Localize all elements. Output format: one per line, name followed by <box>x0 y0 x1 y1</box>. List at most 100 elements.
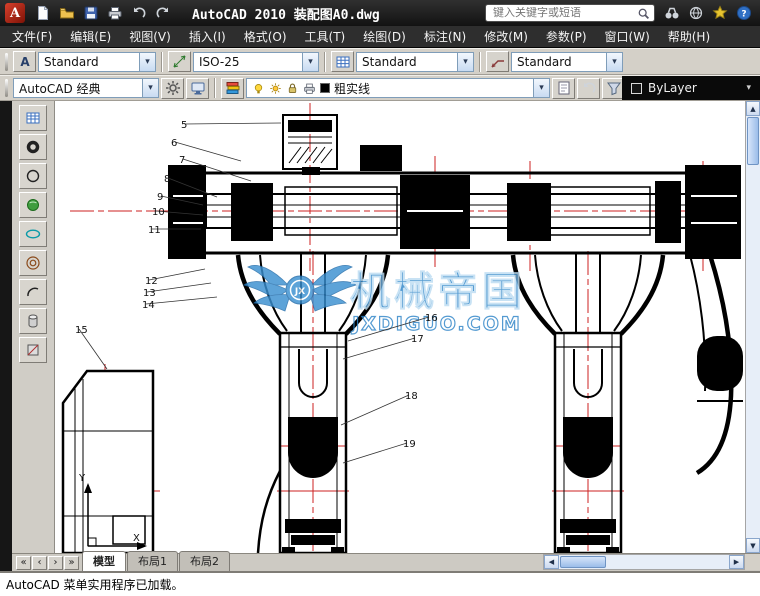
dim-style-button[interactable] <box>168 51 191 72</box>
callout-leader-19 <box>343 443 407 463</box>
part-callout-13: 13 <box>143 288 156 299</box>
globe-button[interactable] <box>685 3 707 23</box>
tab-布局1[interactable]: 布局1 <box>127 551 178 571</box>
menu-帮助[interactable]: 帮助(H) <box>659 26 719 47</box>
layer-freeze-thaw-icon[interactable] <box>269 82 282 95</box>
command-line[interactable]: AutoCAD 菜单实用程序已加载。 <box>0 571 760 596</box>
open-button[interactable] <box>56 3 78 23</box>
search-input[interactable] <box>493 7 634 19</box>
donut-tool-button[interactable] <box>19 134 47 160</box>
chevron-down-icon[interactable]: ▾ <box>139 53 155 71</box>
part-callout-6: 6 <box>171 138 177 149</box>
save-workspace-button[interactable] <box>186 78 209 99</box>
layer-control-combo[interactable]: 粗实线 ▾ <box>246 78 550 98</box>
menu-标注[interactable]: 标注(N) <box>415 26 475 47</box>
left-plate-part <box>63 371 153 553</box>
table-icon <box>25 110 41 126</box>
search-icon[interactable] <box>634 3 652 23</box>
table-tool-button[interactable] <box>19 105 47 131</box>
table-style-value: Standard <box>362 55 417 69</box>
mleader-style-button[interactable] <box>486 51 509 72</box>
chevron-down-icon[interactable]: ▾ <box>606 53 622 71</box>
workspace-combo[interactable]: AutoCAD 经典 ▾ <box>13 78 159 98</box>
chevron-down-icon[interactable]: ▾ <box>142 79 158 97</box>
chevron-down-icon[interactable]: ▾ <box>302 53 318 71</box>
drawing-canvas[interactable]: Y X JX 机械帝国 JXDIGUO.COM 56789101112 <box>55 101 745 553</box>
toolbar-grip[interactable] <box>5 79 8 97</box>
callout-leader-18 <box>341 395 409 425</box>
table-style-combo[interactable]: Standard ▾ <box>356 52 474 72</box>
help-button[interactable] <box>733 3 755 23</box>
toolbar-grip[interactable] <box>5 53 8 71</box>
vertical-scroll-thumb[interactable] <box>747 117 759 165</box>
layer-properties-button[interactable] <box>221 78 244 99</box>
drawing-area[interactable]: Y X JX 机械帝国 JXDIGUO.COM 56789101112 <box>55 101 745 553</box>
vertical-scrollbar[interactable]: ▲ ▼ <box>745 101 760 553</box>
binoculars-button[interactable] <box>661 3 683 23</box>
save-button[interactable] <box>80 3 102 23</box>
chevron-down-icon[interactable]: ▾ <box>746 83 751 93</box>
layer-on-off-icon[interactable] <box>252 82 265 95</box>
prev-tab-button[interactable]: ‹ <box>32 556 47 570</box>
star-button[interactable] <box>709 3 731 23</box>
scroll-right-icon[interactable]: ▶ <box>729 555 744 569</box>
menu-窗口[interactable]: 窗口(W) <box>596 26 659 47</box>
plot-button[interactable] <box>104 3 126 23</box>
docked-panel-strip[interactable] <box>0 101 12 571</box>
arc-tool-button[interactable] <box>19 279 47 305</box>
workspace-value: AutoCAD 经典 <box>19 80 101 97</box>
circle-tool-button[interactable] <box>19 163 47 189</box>
ellipse-tool-button[interactable] <box>19 221 47 247</box>
cylinder-tool-button[interactable] <box>19 308 47 334</box>
concentric-tool-button[interactable] <box>19 250 47 276</box>
toolbar-separator <box>214 78 216 98</box>
chevron-down-icon[interactable]: ▾ <box>533 79 549 97</box>
color-control-combo[interactable]: ByLayer ▾ <box>622 76 760 100</box>
menu-视图[interactable]: 视图(V) <box>120 26 180 47</box>
tab-布局2[interactable]: 布局2 <box>179 551 230 571</box>
title-right-icons <box>661 3 755 23</box>
table-style-button[interactable] <box>331 51 354 72</box>
chevron-down-icon[interactable]: ▾ <box>457 53 473 71</box>
menu-文件[interactable]: 文件(F) <box>3 26 61 47</box>
circle-icon <box>25 168 41 184</box>
horizontal-scroll-track[interactable] <box>607 555 729 569</box>
menu-格式[interactable]: 格式(O) <box>235 26 296 47</box>
new-button[interactable] <box>32 3 54 23</box>
redo-button[interactable] <box>152 3 174 23</box>
part-callout-8: 8 <box>164 174 170 185</box>
menu-绘图[interactable]: 绘图(D) <box>354 26 415 47</box>
region-tool-button[interactable] <box>19 337 47 363</box>
mleader-style-combo[interactable]: Standard ▾ <box>511 52 623 72</box>
sphere-tool-button[interactable] <box>19 192 47 218</box>
new-icon <box>35 5 51 21</box>
binoculars-icon <box>664 5 680 21</box>
menu-参数[interactable]: 参数(P) <box>537 26 596 47</box>
scroll-down-icon[interactable]: ▼ <box>746 538 760 553</box>
layer-states-button[interactable] <box>552 78 575 99</box>
next-tab-button[interactable]: › <box>48 556 63 570</box>
menu-编辑[interactable]: 编辑(E) <box>61 26 120 47</box>
vertical-scroll-track[interactable] <box>746 166 760 538</box>
horizontal-scrollbar[interactable]: ◀ ▶ <box>543 554 745 570</box>
layer-previous-button[interactable] <box>577 78 600 99</box>
workspace-settings-button[interactable] <box>161 78 184 99</box>
first-tab-button[interactable]: « <box>16 556 31 570</box>
layer-plot-icon[interactable] <box>303 82 316 95</box>
layout-tabs: 模型布局1布局2 <box>82 551 231 571</box>
menu-工具[interactable]: 工具(T) <box>296 26 355 47</box>
menu-插入[interactable]: 插入(I) <box>180 26 235 47</box>
region-icon <box>25 342 41 358</box>
scroll-left-icon[interactable]: ◀ <box>544 555 559 569</box>
text-style-button[interactable] <box>13 51 36 72</box>
undo-button[interactable] <box>128 3 150 23</box>
menu-修改[interactable]: 修改(M) <box>475 26 537 47</box>
scroll-up-icon[interactable]: ▲ <box>746 101 760 116</box>
horizontal-scroll-thumb[interactable] <box>560 556 606 568</box>
text-style-combo[interactable]: Standard ▾ <box>38 52 156 72</box>
dim-style-combo[interactable]: ISO-25 ▾ <box>193 52 319 72</box>
tab-模型[interactable]: 模型 <box>82 551 126 571</box>
layer-lock-icon[interactable] <box>286 82 299 95</box>
autocad-logo-icon[interactable]: A <box>5 3 25 23</box>
last-tab-button[interactable]: » <box>64 556 79 570</box>
